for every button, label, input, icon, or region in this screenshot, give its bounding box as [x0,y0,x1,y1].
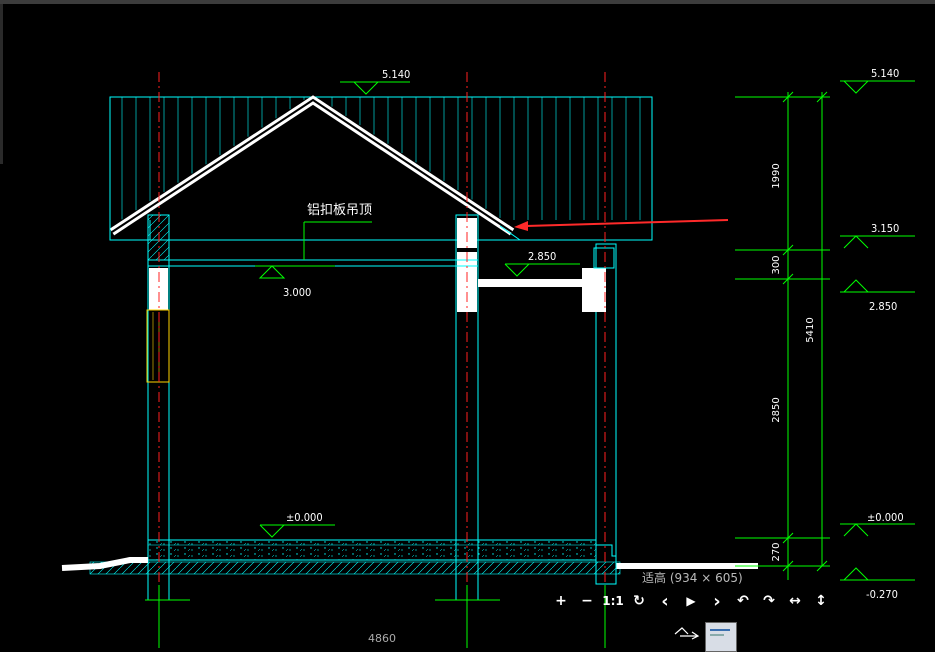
ridge-level-label: 5.140 [382,68,410,81]
axis-lines [158,72,606,600]
ceiling-level-label: 3.000 [283,286,311,299]
ceiling-line [148,259,478,267]
rotate-left-button[interactable]: ↶ [730,593,756,609]
roof-block [109,96,653,241]
actual-size-button[interactable]: 1:1 [600,594,626,608]
viewer-toolbar: + − 1:1 ↻ ‹ ▶ › ↶ ↷ ↔ ↕ [548,590,834,612]
thumbnail-line [710,629,730,631]
previous-button[interactable]: ‹ [652,591,678,612]
pointer-arrow [514,219,729,231]
play-button[interactable]: ▶ [678,594,704,608]
right-eave-level-label: 3.150 [871,222,899,235]
dim-1990-label: 1990 [771,163,782,188]
image-size-caption: 适高 (934 × 605) [642,571,743,585]
level-mark-floor [259,524,335,538]
cad-section-drawing: 5.140 3.000 铝扣板吊顶 2.850 ±0.000 1990 300 … [61,67,915,648]
level-mark-ceiling [255,221,372,279]
next-button[interactable]: › [704,591,730,612]
rotate-right-button[interactable]: ↷ [756,593,782,609]
dim-300-label: 300 [771,255,782,274]
bottom-dimension-label: 4860 [368,632,396,645]
canopy-level-label: 2.850 [528,250,556,263]
zoom-out-button[interactable]: − [574,593,600,609]
zoom-in-button[interactable]: + [548,593,574,609]
right-column [582,243,617,585]
canopy-slab [478,279,584,287]
dim-270-label: 270 [771,542,782,561]
right-ground-level-label: -0.270 [866,588,898,601]
right-zero-level-label: ±0.000 [867,511,904,524]
right-floor-level-label: 2.850 [869,300,897,313]
thumbnail-preview[interactable] [705,622,737,652]
right-top-level-label: 5.140 [871,67,899,80]
level-mark-ridge [340,81,410,95]
dim-2850-label: 2850 [771,397,782,422]
fit-height-button[interactable]: ↕ [808,593,834,609]
thumbnail-line [710,634,724,636]
drawing-small-icon[interactable] [674,626,700,640]
dim-5410-label: 5410 [805,317,816,342]
ceiling-note-label: 铝扣板吊顶 [307,203,372,218]
level-mark-canopy [504,263,580,277]
fit-width-button[interactable]: ↔ [782,593,808,609]
right-level-marks [840,80,915,581]
refresh-icon[interactable]: ↻ [626,593,652,609]
floor-level-label: ±0.000 [286,511,323,524]
